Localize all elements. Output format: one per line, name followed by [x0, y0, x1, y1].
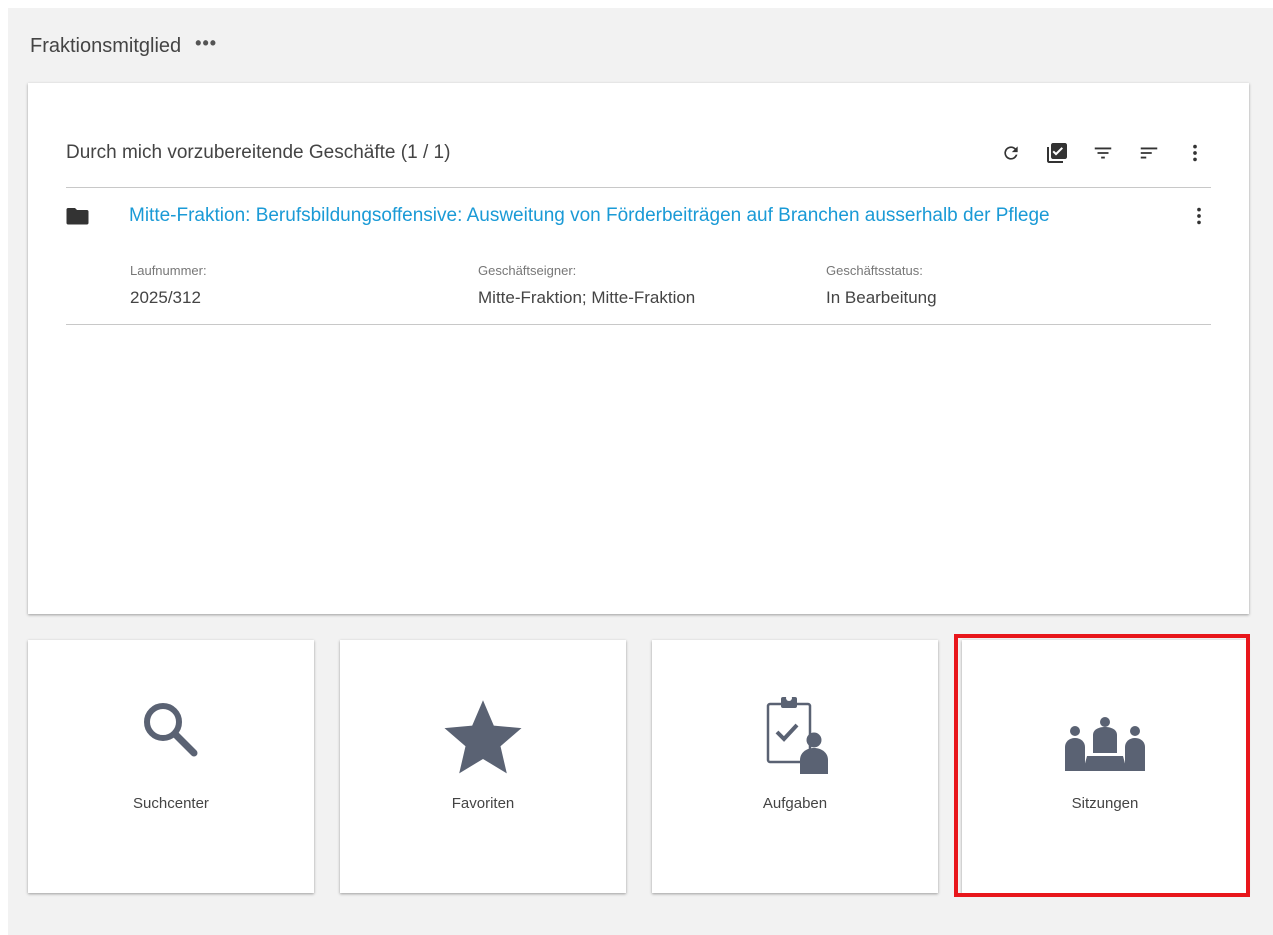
- tile-favoriten[interactable]: Favoriten: [340, 640, 626, 893]
- field-value: In Bearbeitung: [826, 288, 937, 307]
- widget-card: Durch mich vorzubereitende Geschäfte (1 …: [28, 83, 1249, 614]
- page-title: Fraktionsmitglied: [30, 34, 182, 57]
- field-label: Geschäftsstatus:: [826, 263, 923, 278]
- widget-title: Durch mich vorzubereitende Geschäfte (1 …: [66, 142, 451, 163]
- field-label: Geschäftseigner:: [478, 263, 577, 278]
- list-item: Mitte-Fraktion: Berufsbildungsoffensive:…: [66, 201, 1211, 231]
- widget-toolbar: [999, 141, 1207, 165]
- field-geschaeftseigner: Geschäftseigner: Mitte-Fraktion; Mitte-F…: [478, 263, 695, 308]
- page-header: Fraktionsmitglied •••: [30, 30, 217, 62]
- field-label: Laufnummer:: [130, 263, 207, 278]
- field-value: Mitte-Fraktion; Mitte-Fraktion: [478, 288, 696, 307]
- tile-label: Sitzungen: [1071, 795, 1139, 812]
- sort-icon[interactable]: [1137, 141, 1161, 165]
- tile-aufgaben[interactable]: Aufgaben: [652, 640, 938, 893]
- header-divider: [66, 187, 1211, 188]
- tile-label: Favoriten: [451, 795, 515, 812]
- tile-sitzungen[interactable]: Sitzungen: [962, 640, 1248, 893]
- more-vert-icon[interactable]: [1183, 141, 1207, 165]
- search-icon: [28, 695, 314, 765]
- meeting-icon: [962, 715, 1248, 773]
- select-all-icon[interactable]: [1045, 141, 1069, 165]
- header-more-button[interactable]: •••: [195, 33, 217, 54]
- refresh-icon[interactable]: [999, 141, 1023, 165]
- field-value: 2025/312: [130, 288, 201, 307]
- star-icon: [340, 695, 626, 779]
- tile-suchcenter[interactable]: Suchcenter: [28, 640, 314, 893]
- tasks-icon: [652, 692, 938, 778]
- item-title-link[interactable]: Mitte-Fraktion: Berufsbildungsoffensive:…: [129, 205, 1104, 227]
- folder-icon: [66, 206, 90, 226]
- filter-icon[interactable]: [1091, 141, 1115, 165]
- item-more-icon[interactable]: [1187, 205, 1211, 227]
- widget-header: Durch mich vorzubereitende Geschäfte (1 …: [66, 133, 1211, 173]
- tile-label: Aufgaben: [762, 795, 828, 812]
- field-laufnummer: Laufnummer: 2025/312: [130, 263, 207, 308]
- field-geschaeftsstatus: Geschäftsstatus: In Bearbeitung: [826, 263, 937, 308]
- tile-label: Suchcenter: [133, 795, 209, 812]
- item-divider: [66, 324, 1211, 325]
